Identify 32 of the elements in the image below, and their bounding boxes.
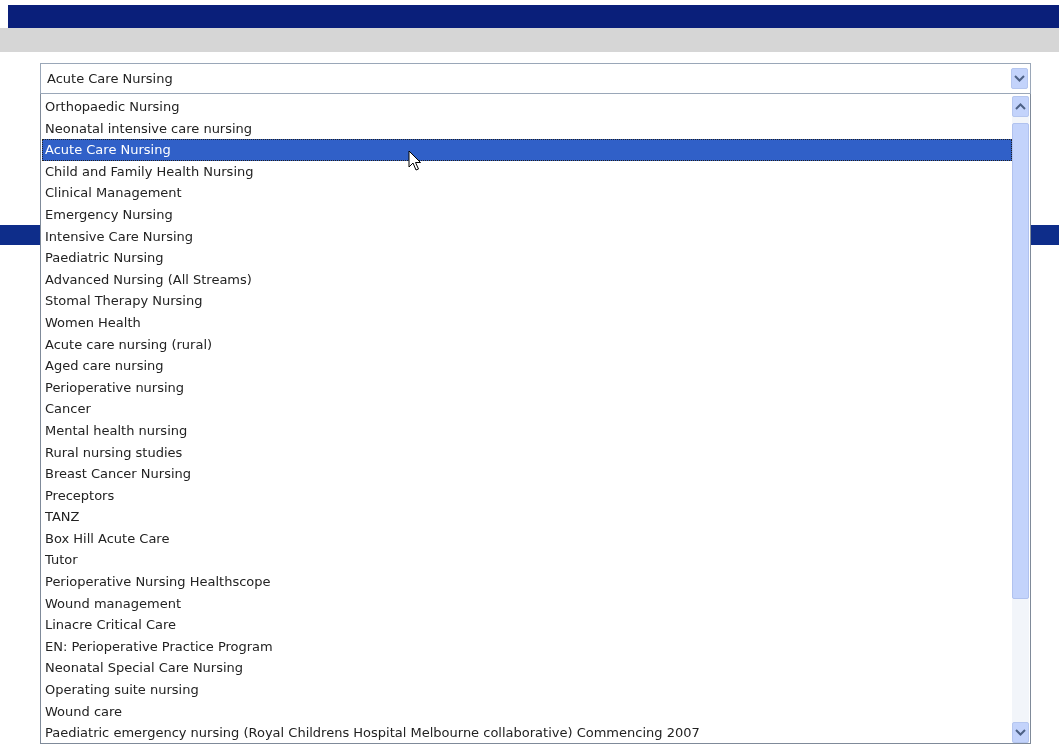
option-item[interactable]: TANZ (42, 506, 1012, 528)
option-item[interactable]: Wound care (42, 700, 1012, 723)
option-item[interactable]: Mental health nursing (42, 419, 1012, 442)
option-item[interactable]: Box Hill Acute Care (42, 527, 1012, 550)
option-item[interactable]: EN: Perioperative Practice Program (42, 635, 1012, 658)
option-item[interactable]: Intensive Care Nursing (42, 225, 1012, 248)
option-item[interactable]: Acute care nursing (rural) (42, 333, 1012, 356)
option-item[interactable]: Operating suite nursing (42, 679, 1012, 701)
select-value: Acute Care Nursing (47, 71, 173, 86)
option-item[interactable]: Neonatal intensive care nursing (42, 117, 1012, 140)
option-item[interactable]: Cancer (42, 398, 1012, 420)
option-item[interactable]: Child and Family Health Nursing (42, 160, 1012, 183)
option-item[interactable]: Linacre Critical Care (42, 614, 1012, 636)
option-item[interactable]: Neonatal Special Care Nursing (42, 657, 1012, 680)
option-item[interactable]: Breast Cancer Nursing (42, 463, 1012, 485)
option-item[interactable]: Stomal Therapy Nursing (42, 290, 1012, 312)
option-item[interactable]: Orthopaedic Nursing (42, 96, 1012, 118)
option-item[interactable]: Paediatric emergency nursing (Royal Childrens Hospital Melbourne collaborative) Commencing 2007 (42, 722, 1012, 744)
option-item[interactable]: Preceptors (42, 484, 1012, 507)
option-item[interactable]: Acute Care Nursing (42, 139, 1012, 161)
category-select[interactable]: Acute Care Nursing (40, 63, 1031, 94)
option-item[interactable]: Perioperative nursing (42, 376, 1012, 399)
option-item[interactable]: Clinical Management (42, 182, 1012, 204)
option-item[interactable]: Wound management (42, 592, 1012, 615)
option-item[interactable]: Rural nursing studies (42, 441, 1012, 464)
option-item[interactable]: Perioperative Nursing Healthscope (42, 571, 1012, 593)
option-item[interactable]: Aged care nursing (42, 355, 1012, 377)
option-item[interactable]: Women Health (42, 311, 1012, 334)
option-item[interactable]: Emergency Nursing (42, 203, 1012, 226)
option-item[interactable]: Tutor (42, 549, 1012, 572)
option-item[interactable]: Paediatric Nursing (42, 247, 1012, 269)
option-item[interactable]: Advanced Nursing (All Streams) (42, 268, 1012, 291)
